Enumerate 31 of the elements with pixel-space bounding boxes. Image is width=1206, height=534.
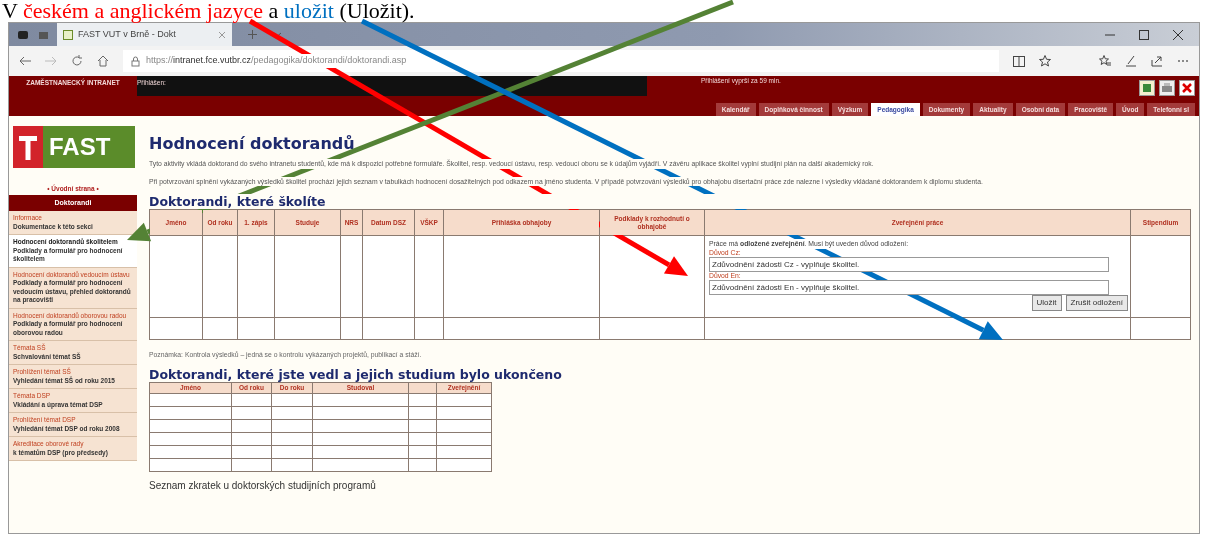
star-icon[interactable] — [1039, 55, 1051, 67]
favorites-icon[interactable] — [1099, 55, 1111, 67]
logo-text: FAST — [43, 126, 135, 168]
form-button[interactable]: Uložit — [1031, 295, 1062, 312]
close-icon[interactable] — [1179, 80, 1195, 96]
more-icon[interactable] — [1177, 59, 1189, 63]
pen-icon[interactable] — [1125, 55, 1137, 67]
lock-icon — [131, 55, 140, 67]
document-caption: V českém a anglickém jazyce a uložit (Uložit). — [1, 0, 416, 22]
page-icon — [63, 29, 73, 40]
maximize-icon[interactable] — [1139, 29, 1149, 40]
form-button[interactable]: Zrušit odložení — [1065, 295, 1128, 312]
input-field[interactable]: Zdůvodnění žádosti En - vyplňuje školitel. — [709, 280, 1109, 296]
input-field[interactable]: Zdůvodnění žádosti Cz - vyplňuje školitel. — [709, 257, 1109, 273]
abbreviations-link[interactable]: Seznam zkratek u doktorských studijních programů — [149, 478, 1187, 494]
home-icon[interactable] — [97, 55, 109, 67]
spreadsheet-icon[interactable] — [1139, 80, 1155, 96]
url-text: https://intranet.fce.vutbr.cz/pedagogika/doktorandi/doktorandi.asp — [146, 54, 407, 68]
logo[interactable]: FAST — [13, 126, 137, 168]
share-icon[interactable] — [1151, 55, 1163, 67]
refresh-icon[interactable] — [71, 55, 83, 67]
logo-mark — [13, 126, 43, 168]
close-icon[interactable] — [1173, 29, 1183, 40]
window-menu-icon[interactable] — [17, 29, 29, 40]
back-icon[interactable] — [19, 56, 31, 66]
browser-tab[interactable]: FAST VUT v Brně - Dokt — [57, 23, 232, 46]
address-bar[interactable]: https://intranet.fce.vutbr.cz/pedagogika/doktorandi/doktorandi.asp — [123, 50, 999, 72]
tab-title: FAST VUT v Brně - Dokt — [78, 27, 177, 41]
page-title: Hodnocení doktorandů — [149, 134, 356, 154]
book-icon[interactable] — [1013, 55, 1025, 67]
printer-icon[interactable] — [1159, 80, 1175, 96]
